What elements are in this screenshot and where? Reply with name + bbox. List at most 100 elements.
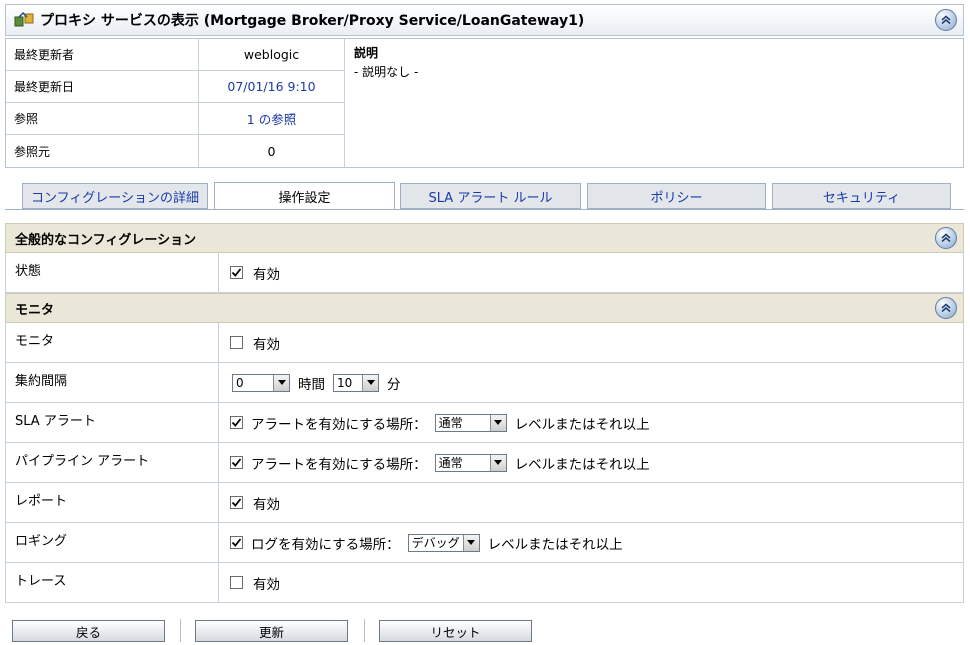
row-state: 状態 有効 [5,253,964,293]
row-report: レポート 有効 [5,483,964,523]
row-label: パイプライン アラート [6,443,219,482]
row-logging: ロギング ログを有効にする場所： デバッグ レベルまたはそれ以上 [5,523,964,563]
minutes-unit-label: 分 [387,376,401,393]
logging-checkbox[interactable] [230,536,243,549]
description-panel: 説明 - 説明なし - [344,39,964,167]
section-title: 全般的なコンフィグレーション [15,232,197,248]
checkbox-label: 有効 [253,576,280,593]
check-icon [231,498,242,507]
select-value: 通常 [438,456,463,470]
sla-alert-prefix: アラートを有効にする場所： [251,416,427,433]
pipeline-alert-level-select[interactable]: 通常 [434,453,507,472]
chevron-down-icon [489,414,506,431]
row-trace: トレース 有効 [5,563,964,603]
update-button[interactable]: 更新 [195,620,348,642]
info-label: 参照 [6,103,199,134]
tab-configuration-details[interactable]: コンフィグレーションの詳細 [22,183,208,209]
logging-level-select[interactable]: デバッグ [407,533,480,552]
tab-policies[interactable]: ポリシー [587,183,766,209]
collapse-title-button[interactable] [935,9,957,31]
pipeline-alert-prefix: アラートを有効にする場所： [251,456,427,473]
select-value: 0 [236,375,244,390]
row-monitor: モニタ 有効 [5,323,964,363]
row-value: 有効 [230,253,280,292]
row-label: 集約間隔 [6,363,219,402]
select-value: 通常 [438,416,463,430]
row-value: 有効 [230,323,280,362]
row-label: 状態 [6,253,219,292]
info-label: 最終更新日 [6,71,199,102]
pipeline-alert-checkbox[interactable] [230,456,243,469]
logging-suffix: レベルまたはそれ以上 [487,536,623,553]
row-label: モニタ [6,323,219,362]
row-value: アラートを有効にする場所： 通常 レベルまたはそれ以上 [230,443,650,482]
check-icon [231,418,242,427]
chevron-down-icon [489,454,506,471]
info-row-referenced-by: 参照元 0 [6,135,344,167]
button-separator [180,619,181,642]
title-bar: プロキシ サービスの表示 (Mortgage Broker/Proxy Serv… [5,4,964,36]
select-value: デバッグ [411,536,460,550]
reset-button[interactable]: リセット [379,620,532,642]
row-value: アラートを有効にする場所： 通常 レベルまたはそれ以上 [230,403,650,442]
check-icon [231,538,242,547]
check-icon [231,458,242,467]
checkbox-label: 有効 [253,336,280,353]
sla-alert-level-select[interactable]: 通常 [434,413,507,432]
info-label: 最終更新者 [6,39,199,70]
hours-select[interactable]: 0 [232,373,290,392]
row-value: 0 時間 10 分 [230,363,401,402]
report-enabled-checkbox[interactable] [230,496,243,509]
row-value: 有効 [230,563,280,602]
info-value: 0 [267,143,276,159]
checkbox-label: 有効 [253,496,280,513]
info-row-last-updated-by: 最終更新者 weblogic [6,39,344,71]
row-label: SLA アラート [6,403,219,442]
trace-enabled-checkbox[interactable] [230,576,243,589]
row-pipeline-alert: パイプライン アラート アラートを有効にする場所： 通常 レベルまたはそれ以上 [5,443,964,483]
select-value: 10 [337,375,353,390]
references-link[interactable]: 1 の参照 [199,109,344,128]
pipeline-alert-suffix: レベルまたはそれ以上 [514,456,650,473]
description-title: 説明 [354,46,379,60]
last-updated-link[interactable]: 07/01/16 9:10 [199,79,344,94]
tab-divider [5,209,964,210]
collapse-general-button[interactable] [935,227,957,249]
monitor-enabled-checkbox[interactable] [230,336,243,349]
tab-operational-settings[interactable]: 操作設定 [214,182,395,210]
sla-alert-checkbox[interactable] [230,416,243,429]
collapse-monitor-button[interactable] [935,297,957,319]
minutes-select[interactable]: 10 [333,373,379,392]
chevron-up-icon [941,15,951,25]
button-separator [364,619,365,642]
description-value: - 説明なし - [354,65,419,79]
chevron-up-icon [941,233,951,243]
state-enabled-checkbox[interactable] [230,266,243,279]
section-title: モニタ [15,302,55,318]
section-header-monitor: モニタ [5,293,964,323]
chevron-down-icon [362,374,378,391]
row-label: ロギング [6,523,219,562]
info-panel: 最終更新者 weblogic 最終更新日 07/01/16 9:10 参照 1 … [5,38,964,168]
info-row-references: 参照 1 の参照 [6,103,344,135]
row-value: 有効 [230,483,280,522]
tab-security[interactable]: セキュリティ [772,183,951,209]
row-aggregation-interval: 集約間隔 0 時間 10 分 [5,363,964,403]
chevron-up-icon [941,303,951,313]
info-label: 参照元 [6,135,199,167]
chevron-down-icon [462,534,479,551]
row-label: レポート [6,483,219,522]
row-label: トレース [6,563,219,602]
logging-prefix: ログを有効にする場所： [251,536,400,553]
chevron-down-icon [273,374,289,391]
section-header-general: 全般的なコンフィグレーション [5,223,964,253]
row-value: ログを有効にする場所： デバッグ レベルまたはそれ以上 [230,523,623,562]
back-button[interactable]: 戻る [12,620,165,642]
info-row-last-updated: 最終更新日 07/01/16 9:10 [6,71,344,103]
info-value: weblogic [243,47,300,62]
row-sla-alert: SLA アラート アラートを有効にする場所： 通常 レベルまたはそれ以上 [5,403,964,443]
hours-unit-label: 時間 [298,376,325,393]
tab-sla-alert-rules[interactable]: SLA アラート ルール [400,183,581,209]
proxy-service-icon [14,10,34,30]
checkbox-label: 有効 [253,266,280,283]
